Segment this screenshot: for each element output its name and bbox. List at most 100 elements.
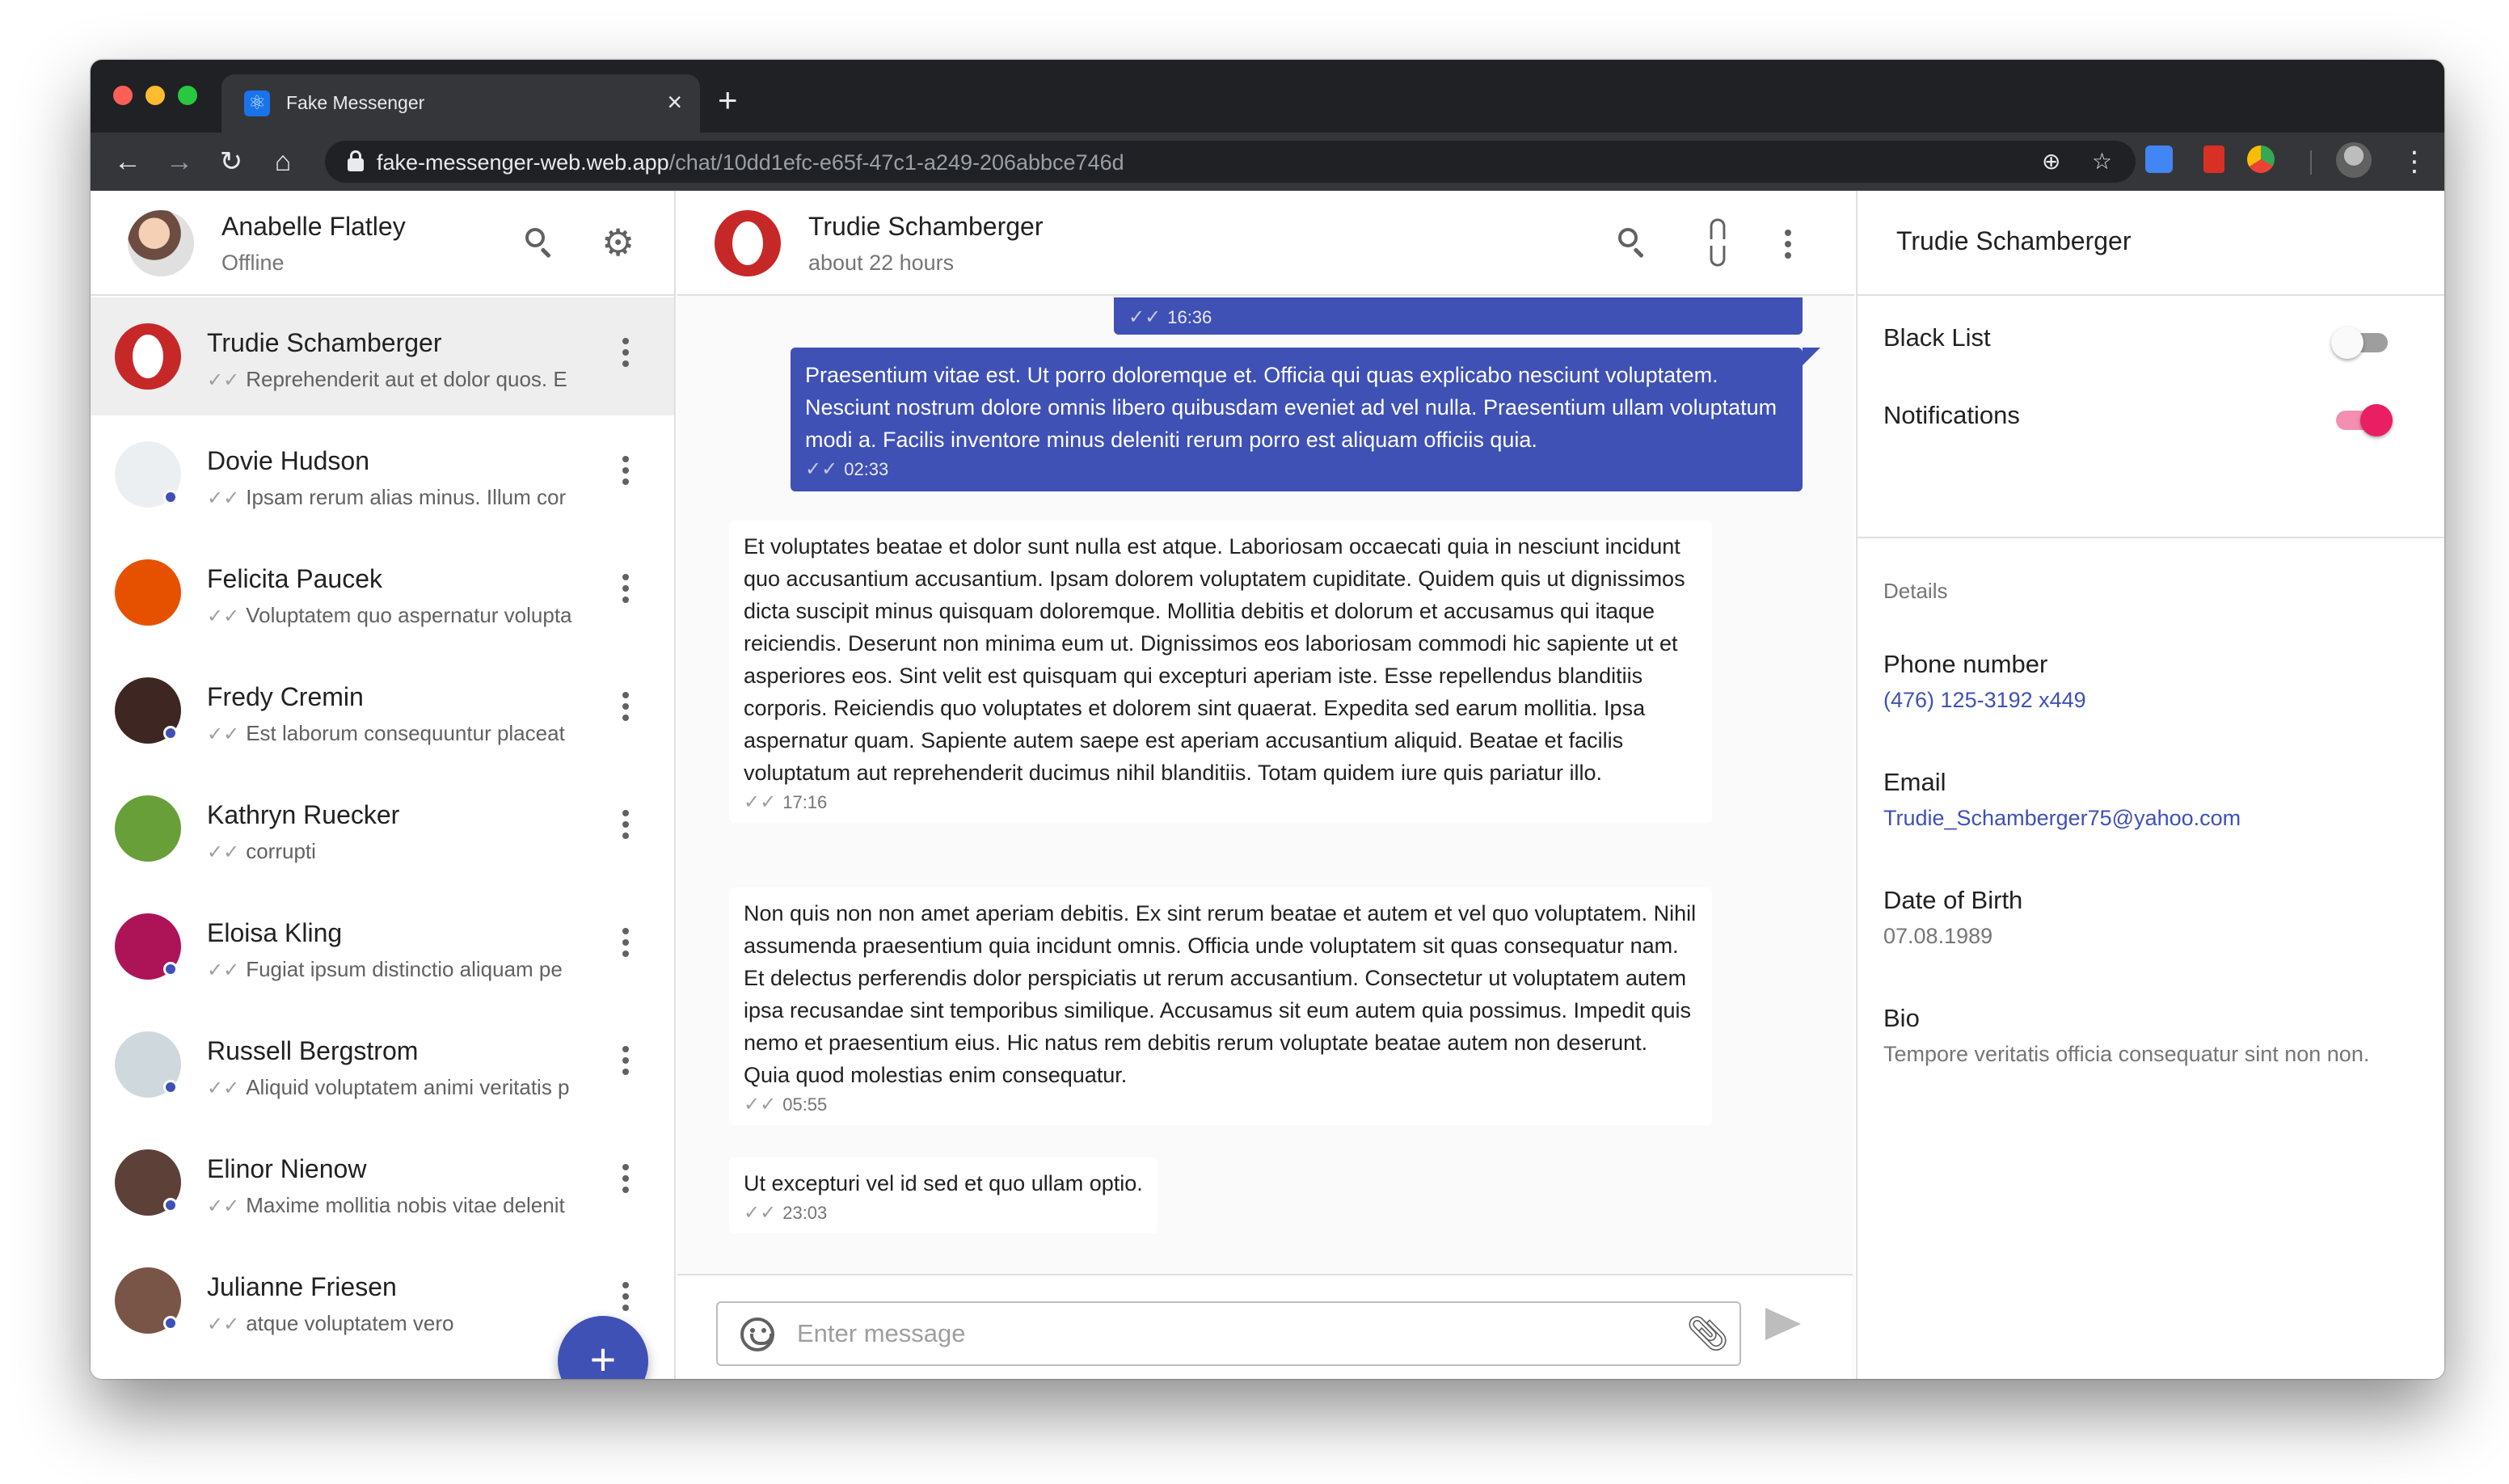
read-receipt-icon: ✓✓ (207, 959, 240, 981)
details-title: Trudie Schamberger (1896, 226, 2132, 255)
read-receipt-icon: ✓✓ (207, 1077, 240, 1099)
contact-name: Kathryn Ruecker (207, 800, 400, 829)
chat-list-item[interactable]: Kathryn Ruecker ✓✓ corrupti (91, 769, 674, 887)
chat-item-menu-icon[interactable] (621, 456, 630, 490)
color-extension-icon[interactable] (2247, 145, 2275, 173)
message-input-box: 📎︎ (716, 1301, 1741, 1366)
online-status-dot (163, 1198, 178, 1212)
black-list-label: Black List (1883, 323, 1991, 352)
search-icon[interactable] (1617, 226, 1649, 259)
chat-item-menu-icon[interactable] (621, 1164, 630, 1198)
browser-tab[interactable]: ⚛ Fake Messenger × (221, 74, 700, 133)
search-icon[interactable] (524, 226, 556, 259)
browser-window: ⚛ Fake Messenger × + ← → ↻ ⌂ fake-messen… (91, 60, 2444, 1379)
chat-item-menu-icon[interactable] (621, 810, 630, 844)
black-list-toggle[interactable] (2331, 325, 2393, 359)
tab-title: Fake Messenger (286, 92, 425, 113)
address-bar[interactable]: fake-messenger-web.web.app/chat/10dd1efc… (325, 141, 2136, 183)
chat-list-item[interactable]: Dovie Hudson ✓✓ Ipsam rerum alias minus. I… (91, 415, 674, 533)
browser-titlebar: ⚛ Fake Messenger × + (91, 60, 2444, 133)
chat-list-item[interactable]: Trudie Schamberger ✓✓ Reprehenderit aut et… (91, 297, 674, 415)
notifications-toggle[interactable] (2331, 403, 2393, 436)
last-message-preview: ✓✓ Est laborum consequuntur placeat (207, 721, 598, 746)
chat-list-item[interactable]: Elinor Nienow ✓✓ Maxime mollitia nobis vit… (91, 1124, 674, 1242)
phone-field: Phone number (476) 125-3192 x449 (1883, 648, 2433, 716)
gear-icon[interactable]: ⚙ (601, 224, 635, 261)
chat-list-item[interactable]: Fredy Cremin ✓✓ Est laborum consequuntur p… (91, 651, 674, 769)
online-status-dot (163, 1316, 178, 1330)
red-extension-icon[interactable] (2203, 145, 2224, 173)
contact-details-panel: Trudie Schamberger Black List Notificati… (1856, 191, 2444, 1379)
chat-item-menu-icon[interactable] (621, 1282, 630, 1316)
forward-arrow-icon[interactable]: → (162, 144, 197, 179)
preview-text: Est laborum consequuntur placeat (246, 721, 565, 745)
message-time: 16:36 (1167, 307, 1212, 327)
chat-list-item[interactable]: Russell Bergstrom ✓✓ Aliquid voluptatem an… (91, 1005, 674, 1124)
messenger-app: Anabelle Flatley Offline ⚙ Trudie Schamb… (91, 191, 2444, 1379)
message-time: 17:16 (782, 792, 828, 812)
peer-avatar[interactable] (715, 210, 781, 276)
message-time: 05:55 (782, 1094, 828, 1115)
bookmark-star-icon[interactable]: ☆ (2092, 147, 2112, 176)
message-composer: 📎︎ (677, 1274, 1853, 1379)
send-icon[interactable] (1765, 1308, 1801, 1343)
message-list: ✓✓ 16:36 Praesentium vitae est. Ut porro … (677, 297, 1853, 1271)
preview-text: atque voluptatem vero (246, 1311, 454, 1335)
last-message-preview: ✓✓ Reprehenderit aut et dolor quos. E (207, 367, 598, 392)
chat-item-menu-icon[interactable] (621, 338, 630, 372)
my-name: Anabelle Flatley (221, 212, 406, 241)
phone-value[interactable]: (476) 125-3192 x449 (1883, 684, 2433, 716)
preview-text: Reprehenderit aut et dolor quos. E (246, 367, 567, 391)
message-bubble-out[interactable]: ✓✓ 16:36 (1114, 297, 1803, 335)
email-label: Email (1883, 768, 1946, 796)
message-input[interactable] (797, 1314, 1670, 1353)
tab-close-icon[interactable]: × (667, 86, 682, 118)
online-status-dot (163, 1080, 178, 1094)
emoji-icon[interactable] (740, 1317, 774, 1351)
preview-text: corrupti (246, 839, 316, 863)
lock-icon (348, 150, 364, 171)
install-app-icon[interactable]: ⊕ (2042, 147, 2060, 176)
chat-item-menu-icon[interactable] (621, 928, 630, 962)
new-tab-button[interactable]: + (718, 81, 738, 120)
message-time: 23:03 (782, 1203, 828, 1223)
phone-label: Phone number (1883, 650, 2048, 678)
dob-value: 07.08.1989 (1883, 924, 1993, 948)
back-arrow-icon[interactable]: ← (110, 144, 145, 179)
browser-menu-icon[interactable]: ⋮ (2401, 144, 2428, 179)
close-window-button[interactable] (113, 86, 133, 105)
maximize-window-button[interactable] (178, 86, 197, 105)
profile-avatar-icon[interactable] (2336, 142, 2372, 178)
message-bubble-in[interactable]: Ut excepturi vel id sed et quo ullam opt… (729, 1157, 1158, 1233)
reload-icon[interactable]: ↻ (213, 144, 249, 179)
preview-text: Ipsam rerum alias minus. Illum cor (246, 485, 567, 509)
black-list-row: Black List (1858, 301, 2444, 378)
last-message-preview: ✓✓ atque voluptatem vero (207, 1311, 598, 1336)
details-section-label: Details (1883, 579, 1948, 603)
conversation-menu-icon[interactable] (1783, 230, 1793, 263)
home-icon[interactable]: ⌂ (265, 144, 301, 179)
my-avatar[interactable] (128, 210, 194, 276)
preview-text: Maxime mollitia nobis vitae delenit (246, 1193, 565, 1217)
contact-avatar (115, 323, 181, 390)
read-receipt-icon: ✓✓ (207, 369, 240, 391)
chat-list-item[interactable]: Eloisa Kling ✓✓ Fugiat ipsum distinctio al… (91, 887, 674, 1005)
my-status: Offline (221, 251, 285, 275)
paperclip-icon[interactable]: 📎︎ (1686, 1314, 1729, 1353)
chat-item-menu-icon[interactable] (621, 692, 630, 726)
email-value[interactable]: Trudie_Schamberger75@yahoo.com (1883, 802, 2433, 834)
minimize-window-button[interactable] (145, 86, 165, 105)
url-text[interactable]: fake-messenger-web.web.app/chat/10dd1efc… (377, 150, 1124, 175)
message-text: Ut excepturi vel id sed et quo ullam opt… (744, 1171, 1143, 1195)
attachments-icon[interactable]: ⊂⊃ (1701, 215, 1736, 269)
dob-label: Date of Birth (1883, 886, 2023, 914)
chat-item-menu-icon[interactable] (621, 1046, 630, 1080)
message-bubble-in[interactable]: Non quis non non amet aperiam debitis. E… (729, 887, 1712, 1125)
preview-text: Aliquid voluptatem animi veritatis p (246, 1075, 570, 1099)
message-bubble-out[interactable]: Praesentium vitae est. Ut porro doloremq… (791, 348, 1820, 491)
chat-item-menu-icon[interactable] (621, 574, 630, 608)
chat-list-item[interactable]: Felicita Paucek ✓✓ Voluptatem quo aspernat… (91, 533, 674, 651)
translate-extension-icon[interactable] (2145, 145, 2173, 173)
notifications-label: Notifications (1883, 401, 2020, 429)
message-bubble-in[interactable]: Et voluptates beatae et dolor sunt nulla… (729, 521, 1712, 823)
